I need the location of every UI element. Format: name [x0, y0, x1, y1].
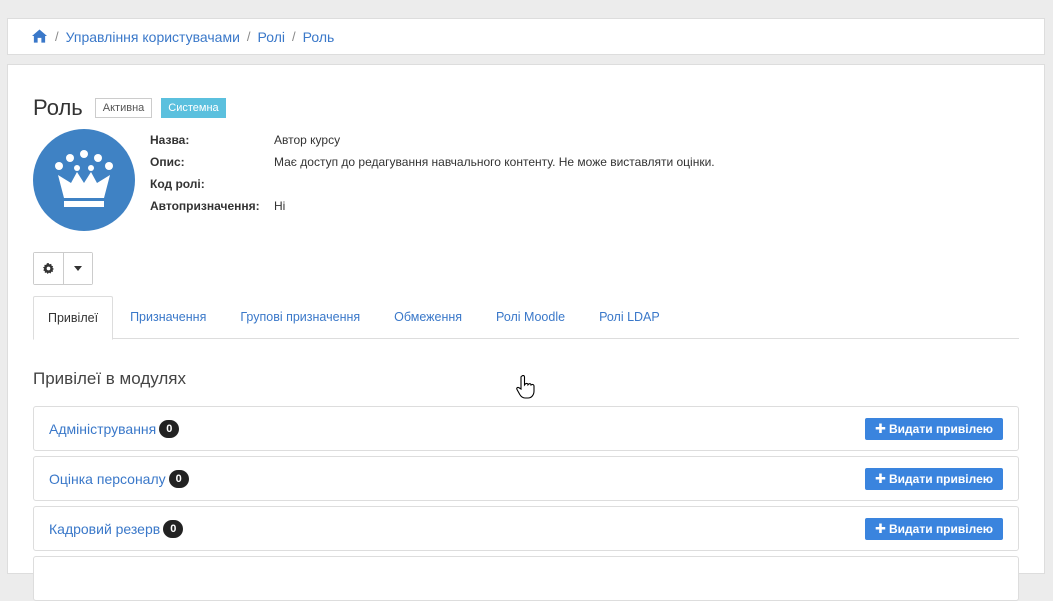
- tab-privileges[interactable]: Привілеї: [33, 296, 114, 340]
- count-badge: 0: [163, 519, 184, 538]
- module-row-administration: Адміністрування 0 ✚ Видати привілею: [33, 406, 1019, 451]
- tab-moodle-roles[interactable]: Ролі Moodle: [479, 296, 582, 338]
- module-title: Оцінка персоналу 0: [49, 469, 189, 488]
- description-label: Опис:: [150, 155, 185, 169]
- page-title: Роль: [33, 95, 83, 120]
- tab-ldap-roles[interactable]: Ролі LDAP: [582, 296, 677, 338]
- breadcrumb: / Управління користувачами / Ролі / Роль: [7, 18, 1045, 55]
- tab-assignments[interactable]: Призначення: [113, 296, 223, 338]
- role-tabs: Привілеї Призначення Групові призначення…: [33, 296, 1019, 340]
- breadcrumb-role[interactable]: Роль: [303, 29, 335, 45]
- name-label: Назва:: [150, 133, 190, 147]
- module-row-next: [33, 556, 1019, 601]
- code-label: Код ролі:: [150, 177, 205, 191]
- auto-assign-value: Ні: [274, 199, 286, 213]
- count-badge: 0: [159, 419, 180, 438]
- module-row-personnel-assessment: Оцінка персоналу 0 ✚ Видати привілею: [33, 456, 1019, 501]
- gear-icon: [43, 263, 54, 274]
- grant-privilege-label: Видати привілею: [889, 521, 993, 536]
- grant-privilege-label: Видати привілею: [889, 421, 993, 436]
- breadcrumb-separator: /: [246, 29, 251, 44]
- info-row-auto: Автопризначення: Ні: [150, 195, 715, 217]
- module-title: Адміністрування 0: [49, 419, 180, 438]
- count-badge: 0: [168, 469, 189, 488]
- module-link[interactable]: Адміністрування: [49, 421, 156, 437]
- role-panel: Роль Активна Системна Назва: Автор курсу…: [7, 64, 1045, 601]
- avatar: [33, 129, 135, 231]
- role-info: Назва: Автор курсу Опис: Має доступ до р…: [150, 129, 715, 217]
- info-row-description: Опис: Має доступ до редагування навчальн…: [150, 151, 715, 173]
- breadcrumb-roles[interactable]: Ролі: [258, 29, 285, 45]
- dropdown-toggle-button[interactable]: [63, 253, 92, 284]
- tab-restrictions[interactable]: Обмеження: [377, 296, 479, 338]
- tab-group-assignments[interactable]: Групові призначення: [223, 296, 377, 338]
- auto-assign-label: Автопризначення:: [150, 199, 260, 213]
- grant-privilege-button[interactable]: ✚ Видати привілею: [865, 467, 1003, 490]
- actions-dropdown: [33, 252, 93, 285]
- plus-icon: ✚: [875, 470, 887, 486]
- plus-icon: ✚: [875, 420, 887, 436]
- status-badge-active: Активна: [94, 98, 153, 118]
- breadcrumb-separator: /: [55, 29, 59, 44]
- crown-icon: [55, 150, 113, 207]
- name-value: Автор курсу: [274, 133, 341, 147]
- breadcrumb-separator: /: [292, 29, 296, 44]
- grant-privilege-button[interactable]: ✚ Видати привілею: [865, 517, 1003, 540]
- settings-button[interactable]: [34, 253, 63, 284]
- module-link[interactable]: Кадровий резерв: [49, 521, 160, 537]
- hand-cursor-icon: [516, 375, 535, 399]
- grant-privilege-label: Видати привілею: [889, 471, 993, 486]
- grant-privilege-button[interactable]: ✚ Видати привілею: [865, 417, 1003, 440]
- info-row-code: Код ролі:: [150, 173, 715, 195]
- module-link[interactable]: Оцінка персоналу: [49, 471, 166, 487]
- breadcrumb-user-management[interactable]: Управління користувачами: [66, 29, 240, 45]
- plus-icon: ✚: [875, 520, 887, 536]
- description-value: Має доступ до редагування навчального ко…: [274, 155, 715, 169]
- caret-down-icon: [74, 266, 82, 271]
- module-row-talent-pool: Кадровий резерв 0 ✚ Видати привілею: [33, 506, 1019, 551]
- section-title: Привілеї в модулях: [33, 369, 186, 388]
- home-icon[interactable]: [32, 28, 48, 45]
- status-badge-system: Системна: [161, 98, 226, 118]
- module-title: Кадровий резерв 0: [49, 519, 184, 538]
- info-row-name: Назва: Автор курсу: [150, 129, 715, 151]
- title-row: Роль Активна Системна: [33, 95, 226, 121]
